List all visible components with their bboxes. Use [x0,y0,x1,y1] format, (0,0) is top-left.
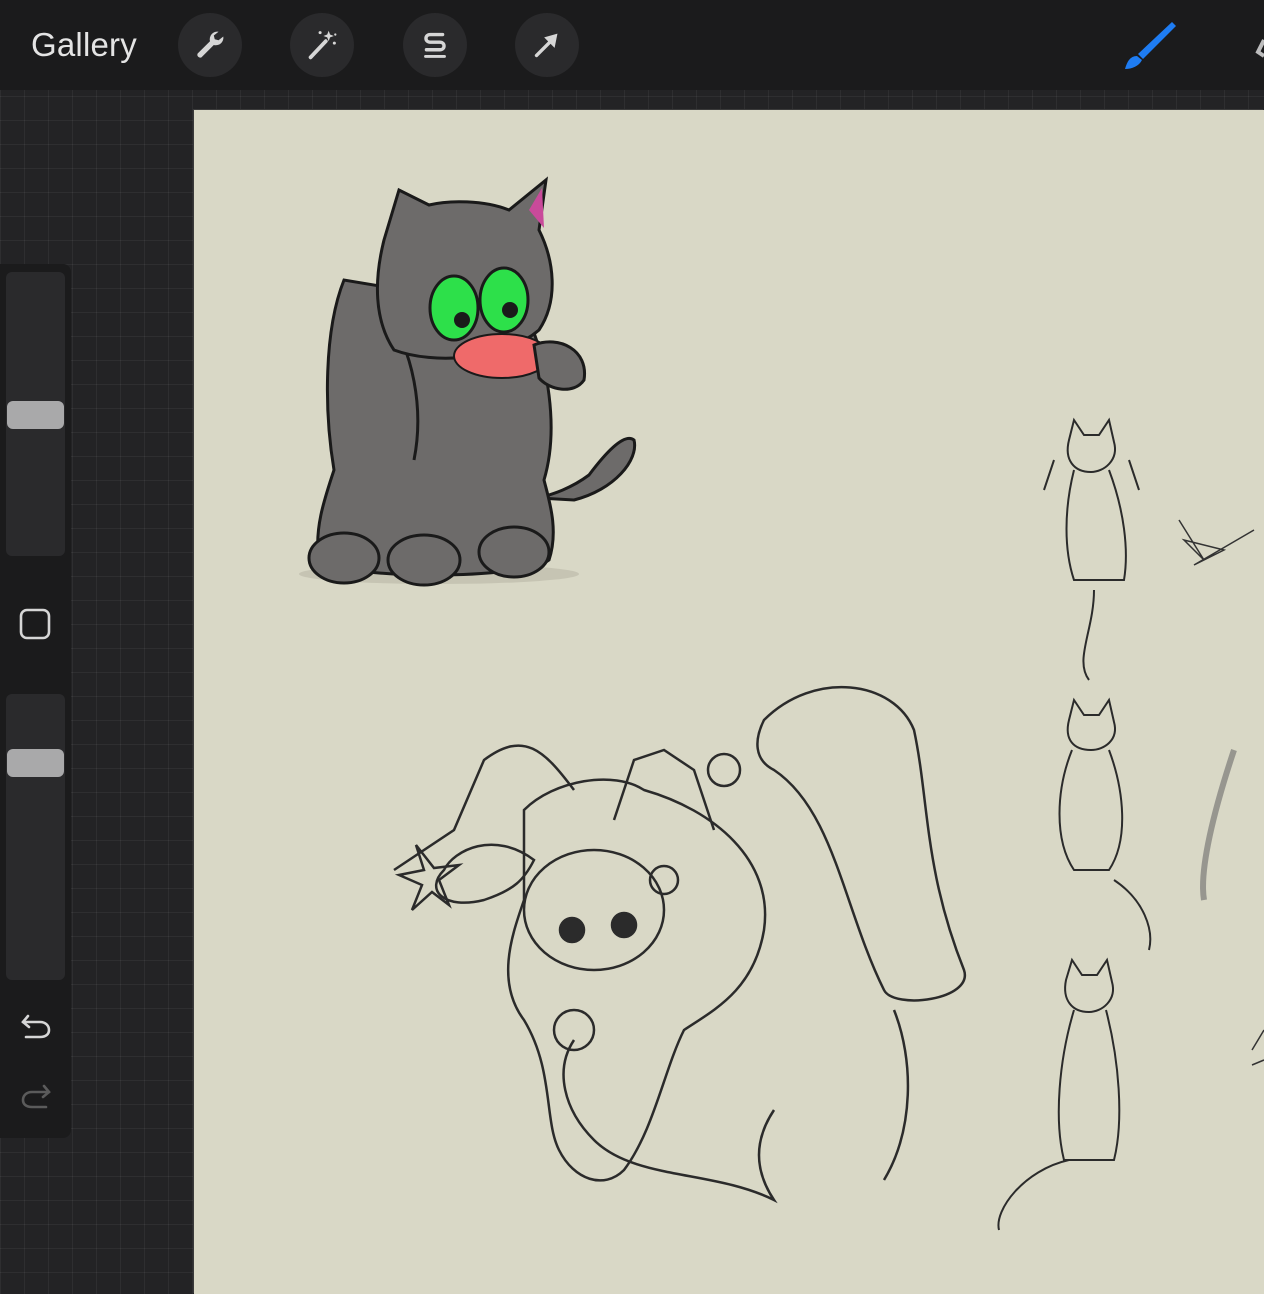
colored-gray-cat [299,176,637,587]
redo-button[interactable] [18,1076,54,1112]
brush-button[interactable] [1112,14,1182,76]
wrench-icon [197,31,224,58]
cat-sketch-upside-down [1043,417,1140,681]
gallery-button[interactable]: Gallery [31,25,137,65]
brush-icon [1125,22,1176,69]
drawing-canvas[interactable] [194,110,1264,1294]
left-sidebar [0,264,71,1138]
square-outline-icon [19,608,51,640]
opacity-slider[interactable] [6,694,65,980]
arrow-cursor-icon [534,33,558,58]
cat-sketch-climbing [997,957,1121,1231]
selection-s-icon [424,32,446,58]
procreate-app: Gallery [0,0,1264,1294]
brush-size-thumb[interactable] [7,401,64,429]
modify-button[interactable] [19,608,51,640]
undo-icon [21,1014,51,1039]
magic-wand-icon [308,30,337,60]
top-toolbar: Gallery [0,0,1264,90]
selection-button[interactable] [403,13,467,77]
actions-button[interactable] [178,13,242,77]
opacity-thumb[interactable] [7,749,64,777]
partial-icon [1255,39,1264,58]
transform-button[interactable] [515,13,579,77]
scribble-marks [1178,519,1264,1066]
redo-icon [21,1084,51,1109]
undo-button[interactable] [18,1006,54,1042]
layers-button[interactable] [1246,22,1264,70]
canvas-artwork [299,176,1264,1231]
cat-sketch-lying [1058,697,1152,951]
brush-size-slider[interactable] [6,272,65,556]
adjustments-button[interactable] [290,13,354,77]
jester-cat-sketch [393,685,966,1204]
